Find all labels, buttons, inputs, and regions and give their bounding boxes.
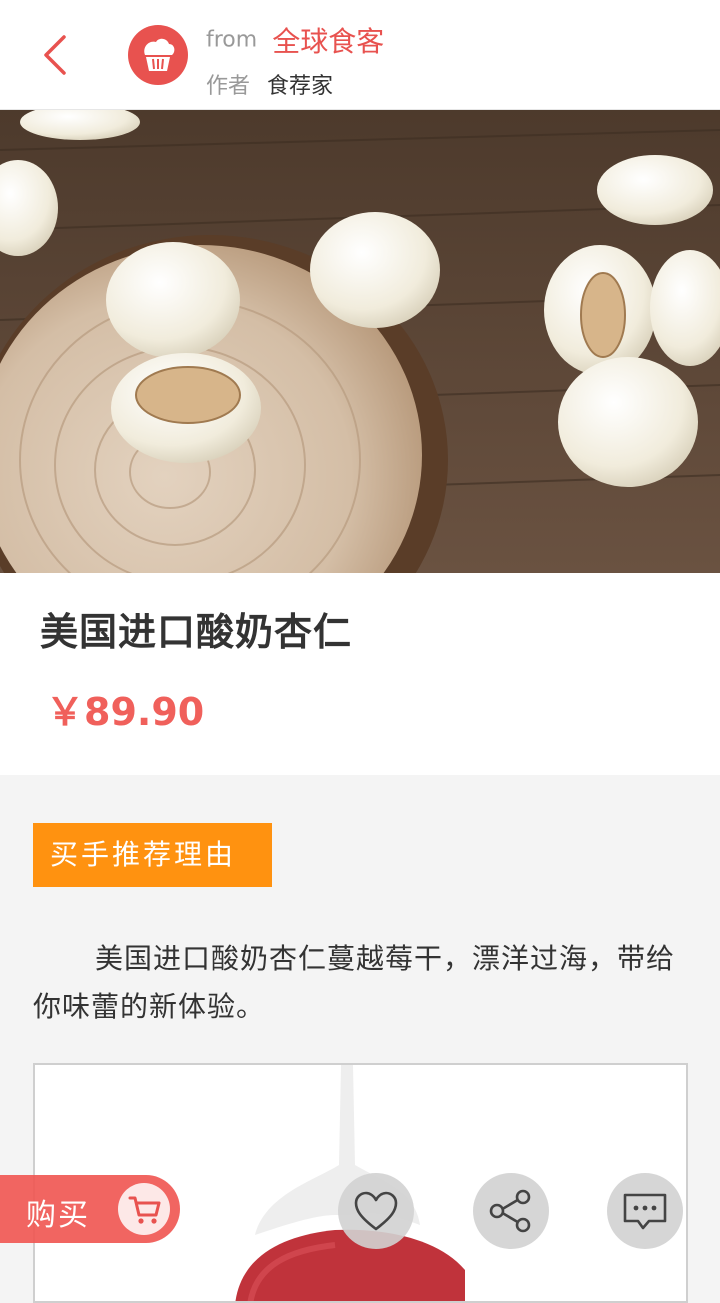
product-price: ￥89.90 <box>46 690 205 734</box>
source-name-link[interactable]: 全球食客 <box>272 25 384 58</box>
share-icon <box>489 1189 531 1233</box>
source-logo-avatar[interactable] <box>128 25 188 85</box>
muffin-icon <box>144 38 175 71</box>
buy-label: 购买 <box>26 1198 90 1233</box>
author-label: 作者 <box>206 74 251 99</box>
buy-button[interactable]: 购买 <box>0 1175 180 1243</box>
favorite-button[interactable] <box>338 1173 414 1249</box>
cart-icon <box>118 1183 170 1235</box>
share-button[interactable] <box>473 1173 549 1249</box>
from-label: from <box>206 27 258 53</box>
back-arrow-icon[interactable] <box>30 25 86 85</box>
recommendation-text: 美国进口酸奶杏仁蔓越莓干，漂洋过海，带给你味蕾的新体验。 <box>33 942 676 1023</box>
comment-icon <box>623 1193 667 1230</box>
author-name[interactable]: 食荐家 <box>267 74 333 99</box>
heart-icon <box>354 1191 398 1231</box>
product-info-card: 美国进口酸奶杏仁 ￥89.90 <box>0 573 720 775</box>
source-line: from 全球食客 <box>206 20 384 60</box>
top-bar: from 全球食客 作者 食荐家 <box>0 0 720 110</box>
product-hero-image <box>0 110 720 573</box>
product-title: 美国进口酸奶杏仁 <box>40 610 353 654</box>
comment-button[interactable] <box>607 1173 683 1249</box>
author-line: 作者 食荐家 <box>206 68 333 100</box>
recommendation-badge: 买手推荐理由 <box>33 823 272 887</box>
